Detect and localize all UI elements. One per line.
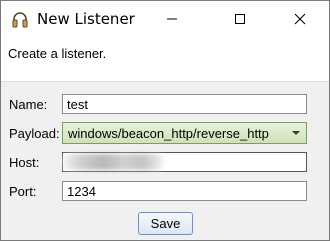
payload-selected-value: windows/beacon_http/reverse_http	[68, 126, 269, 141]
description-panel: Create a listener.	[1, 37, 329, 82]
window-title: New Listener	[37, 10, 135, 28]
new-listener-dialog: New Listener Create a listener. Name: Pa…	[0, 0, 330, 241]
port-label: Port:	[9, 184, 37, 199]
headphones-icon	[12, 12, 28, 28]
save-button[interactable]: Save	[138, 212, 193, 235]
host-input[interactable]	[62, 152, 307, 172]
title-bar[interactable]: New Listener	[1, 1, 329, 37]
maximize-icon	[235, 14, 245, 24]
close-button[interactable]	[277, 1, 323, 37]
minimize-icon	[167, 18, 177, 20]
redacted-host-value	[63, 154, 163, 170]
host-label: Host:	[9, 155, 40, 170]
close-icon	[294, 13, 306, 25]
description-text: Create a listener.	[8, 46, 107, 61]
name-label: Name:	[9, 97, 48, 112]
minimize-button[interactable]	[149, 1, 195, 37]
port-input[interactable]	[62, 181, 307, 201]
payload-label: Payload:	[9, 126, 60, 141]
maximize-button[interactable]	[217, 1, 263, 37]
name-input[interactable]	[62, 94, 307, 114]
payload-select[interactable]: windows/beacon_http/reverse_http	[62, 122, 307, 144]
chevron-down-icon[interactable]	[286, 123, 306, 143]
